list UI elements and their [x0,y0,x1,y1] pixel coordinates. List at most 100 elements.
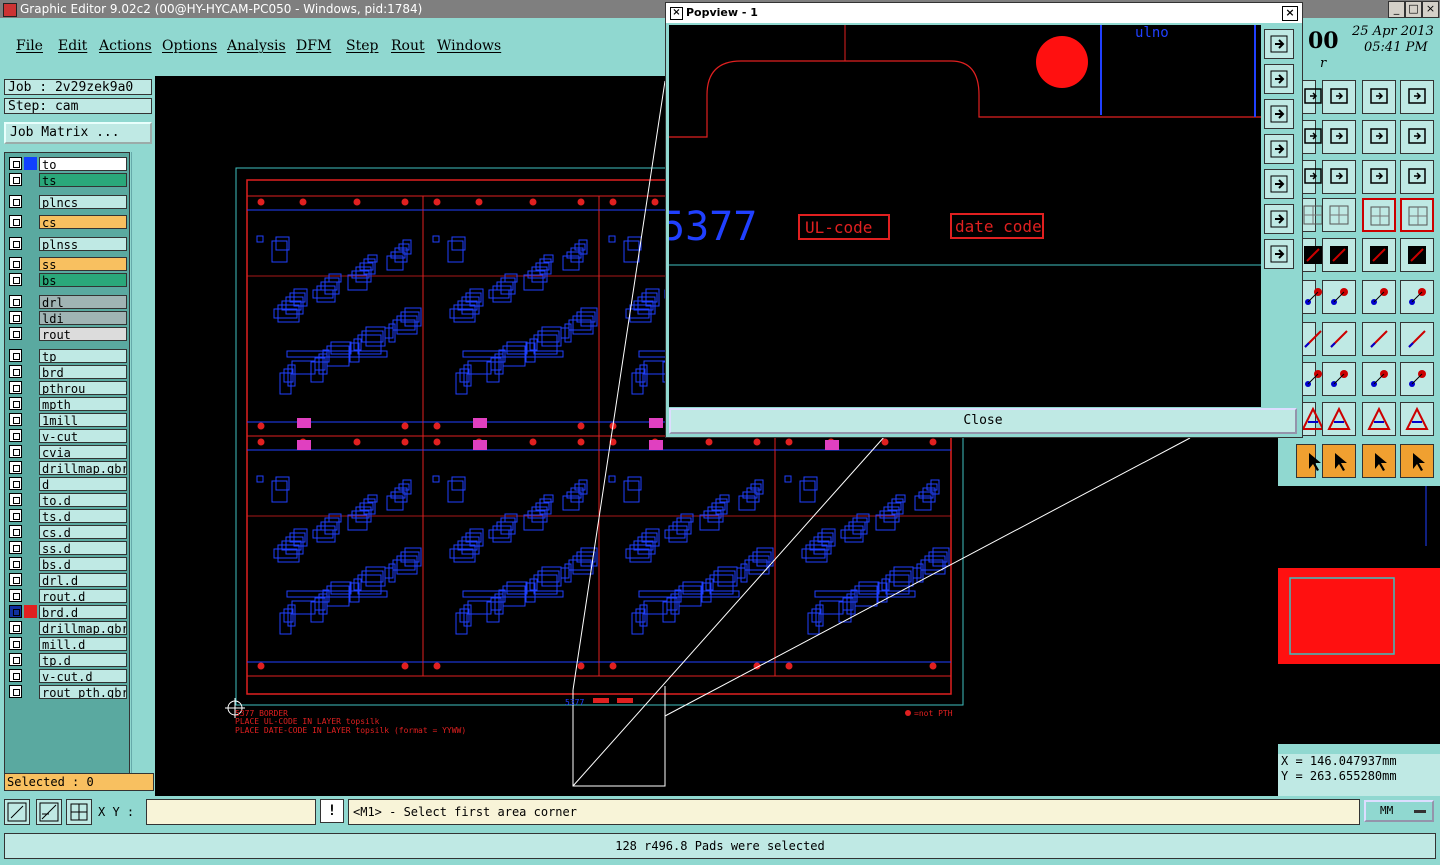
layer-row-drillmap-gbr[interactable]: drillmap.gbr [8,461,127,475]
pop-center-button[interactable] [1264,239,1294,269]
layer-row-ts[interactable]: ts [8,173,127,187]
layer-row-pthrou[interactable]: pthrou [8,381,127,395]
menu-dfm[interactable]: DFM [296,38,331,54]
tool-connect-2-button[interactable] [1400,280,1434,314]
pop-zoom-out-button[interactable] [1264,99,1294,129]
layer-visibility-checkbox[interactable] [9,237,22,250]
layer-row-rout-pth-gbr[interactable]: rout_pth.gbr [8,685,127,699]
tool-measure-box-button[interactable] [1362,362,1396,396]
layer-visibility-checkbox[interactable] [9,621,22,634]
menu-file[interactable]: File [16,38,43,54]
layer-visibility-checkbox[interactable] [9,477,22,490]
layer-row-to[interactable]: to [8,157,127,171]
layer-visibility-checkbox[interactable] [9,461,22,474]
menu-step[interactable]: Step [346,38,378,54]
layer-row-mpth[interactable]: mpth [8,397,127,411]
job-matrix-button[interactable]: Job Matrix ... [4,122,152,144]
tool-scale-1-2-button[interactable] [1362,160,1396,194]
alert-button[interactable]: ! [320,799,344,823]
layer-row-brd-d[interactable]: brd.d [8,605,127,619]
layer-visibility-checkbox[interactable] [9,573,22,586]
minimize-button[interactable]: _ [1388,1,1405,18]
popview-close-button[interactable]: Close [669,408,1297,434]
layer-visibility-checkbox[interactable] [9,429,22,442]
tool-snap-red-2-button[interactable] [1400,198,1434,232]
layer-visibility-checkbox[interactable] [9,273,22,286]
layer-row-v-cut-d[interactable]: v-cut.d [8,669,127,683]
tool-rotate-button[interactable] [1362,120,1396,154]
menu-options[interactable]: Options [162,38,217,54]
layer-visibility-checkbox[interactable] [9,349,22,362]
layer-row-cs[interactable]: cs [8,215,127,229]
tool-screen-button[interactable] [1322,80,1356,114]
tool-slash-button[interactable] [1322,322,1356,356]
popview-menu-icon[interactable]: × [670,7,683,20]
layer-visibility-checkbox[interactable] [9,509,22,522]
tool-grid-b-button[interactable] [1322,198,1356,232]
pop-zoom-in-button[interactable] [1264,64,1294,94]
layer-visibility-checkbox[interactable] [9,605,22,618]
popview-canvas[interactable]: ulno 5377 UL-code date code [669,25,1261,407]
layer-visibility-checkbox[interactable] [9,541,22,554]
layer-visibility-checkbox[interactable] [9,669,22,682]
tool-shapes-button[interactable] [1400,362,1434,396]
layer-row-ss-d[interactable]: ss.d [8,541,127,555]
tool-rotate-arrow-button[interactable] [1362,322,1396,356]
layer-visibility-checkbox[interactable] [9,445,22,458]
layer-visibility-checkbox[interactable] [9,257,22,270]
layer-row-tp-d[interactable]: tp.d [8,653,127,667]
layer-visibility-checkbox[interactable] [9,381,22,394]
grid-button[interactable] [66,799,92,825]
tool-select-arrow-button[interactable] [1296,444,1321,478]
tool-line-red-button[interactable] [1322,238,1356,272]
layer-row-plncs[interactable]: plncs [8,195,127,209]
tool-route-tool-button[interactable] [1400,444,1434,478]
pop-pan-right-button[interactable] [1264,169,1294,199]
layer-row-cs-d[interactable]: cs.d [8,525,127,539]
layer-visibility-checkbox[interactable] [9,413,22,426]
tool-f-tool-button[interactable] [1400,322,1434,356]
pop-pan-left-button[interactable] [1264,134,1294,164]
measure-button[interactable] [36,799,62,825]
tool-bar-tool-button[interactable] [1322,362,1356,396]
layer-row-bs[interactable]: bs [8,273,127,287]
layer-row-rout[interactable]: rout [8,327,127,341]
tool-pad-select-button[interactable] [1400,238,1434,272]
layer-row-brd[interactable]: brd [8,365,127,379]
layer-row-1mill[interactable]: 1mill [8,413,127,427]
tool-select-box-button[interactable] [1322,444,1356,478]
menu-windows[interactable]: Windows [437,38,501,54]
layer-row-v-cut[interactable]: v-cut [8,429,127,443]
layer-visibility-checkbox[interactable] [9,557,22,570]
layer-visibility-checkbox[interactable] [9,215,22,228]
layer-row-bs-d[interactable]: bs.d [8,557,127,571]
pop-fit-button[interactable] [1264,204,1294,234]
layer-visibility-checkbox[interactable] [9,295,22,308]
xy-input[interactable] [146,799,316,825]
layer-visibility-checkbox[interactable] [9,365,22,378]
tool-snap-red-button[interactable] [1362,198,1396,232]
layer-visibility-checkbox[interactable] [9,525,22,538]
overview-window[interactable] [1278,486,1440,744]
layer-visibility-checkbox[interactable] [9,311,22,324]
popview-x-button[interactable]: × [1282,6,1298,21]
layer-row-drl-d[interactable]: drl.d [8,573,127,587]
tool-tri-b-button[interactable] [1322,402,1356,436]
layer-row-ss[interactable]: ss [8,257,127,271]
layer-row-ldi[interactable]: ldi [8,311,127,325]
layer-row-mill-d[interactable]: mill.d [8,637,127,651]
layer-row-drl[interactable]: drl [8,295,127,309]
layer-visibility-checkbox[interactable] [9,589,22,602]
tool-home-button[interactable] [1362,80,1396,114]
pop-zoom-home-button[interactable] [1264,29,1294,59]
layer-visibility-checkbox[interactable] [9,685,22,698]
tool-help-button[interactable] [1400,160,1434,194]
tool-select-box-2-button[interactable] [1362,444,1396,478]
layer-row-cvia[interactable]: cvia [8,445,127,459]
tool-move-in-button[interactable] [1322,120,1356,154]
layer-visibility-checkbox[interactable] [9,195,22,208]
layer-visibility-checkbox[interactable] [9,327,22,340]
layer-row-d[interactable]: d [8,477,127,491]
tool-flip-button[interactable] [1400,120,1434,154]
zoom-area-button[interactable] [4,799,30,825]
